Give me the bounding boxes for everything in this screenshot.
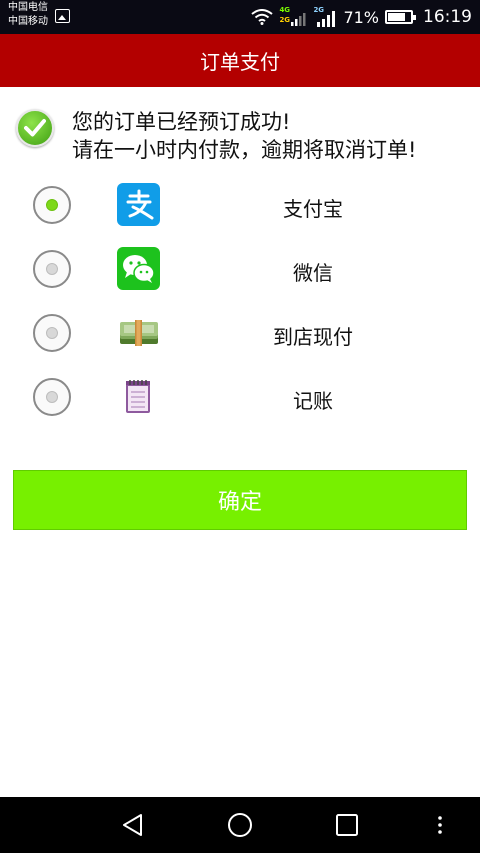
home-icon[interactable]	[226, 811, 254, 839]
signal-icon: 2G	[313, 6, 337, 28]
title-bar: 订单支付	[0, 34, 480, 87]
payment-option-alipay[interactable]: 支付宝	[0, 175, 480, 235]
option-label: 记账	[293, 389, 333, 413]
cash-icon	[117, 311, 160, 354]
carrier-info: 中国电信 中国移动	[8, 1, 48, 29]
order-success-message: 您的订单已经预订成功! 请在一小时内付款，逾期将取消订单!	[72, 108, 416, 164]
message-line-1: 您的订单已经预订成功!	[72, 110, 291, 134]
status-bar: 中国电信 中国移动 4G 2G 2G 71% 16:19	[0, 0, 480, 34]
option-label: 到店现付	[273, 325, 353, 349]
navigation-bar	[0, 797, 480, 853]
gallery-icon	[55, 9, 70, 23]
success-check-icon	[16, 109, 54, 147]
alipay-icon	[117, 183, 160, 226]
back-icon[interactable]	[119, 811, 147, 839]
radio-button[interactable]	[33, 186, 71, 224]
wechat-icon	[117, 247, 160, 290]
recent-apps-icon[interactable]	[333, 811, 361, 839]
clock: 16:19	[423, 7, 472, 27]
carrier-2: 中国移动	[8, 16, 48, 27]
network-1: 4G	[279, 6, 291, 14]
radio-button[interactable]	[33, 378, 71, 416]
mobile-network-icon: 4G 2G	[279, 6, 307, 28]
more-options-icon[interactable]	[430, 811, 458, 839]
confirm-button[interactable]: 确定	[13, 470, 467, 530]
wifi-icon	[251, 9, 274, 25]
payment-option-ledger[interactable]: 记账	[0, 367, 480, 427]
radio-button[interactable]	[33, 250, 71, 288]
battery-percent: 71%	[343, 7, 379, 27]
payment-option-wechat[interactable]: 微信	[0, 239, 480, 299]
page-title: 订单支付	[200, 50, 280, 74]
carrier-1: 中国电信	[8, 2, 48, 13]
payment-option-cash[interactable]: 到店现付	[0, 303, 480, 363]
option-label: 微信	[293, 261, 333, 285]
ledger-icon	[117, 375, 160, 418]
radio-button[interactable]	[33, 314, 71, 352]
battery-icon	[385, 10, 416, 24]
message-line-2: 请在一小时内付款，逾期将取消订单!	[72, 138, 417, 162]
option-label: 支付宝	[283, 197, 343, 221]
network-2: 2G	[279, 16, 291, 24]
